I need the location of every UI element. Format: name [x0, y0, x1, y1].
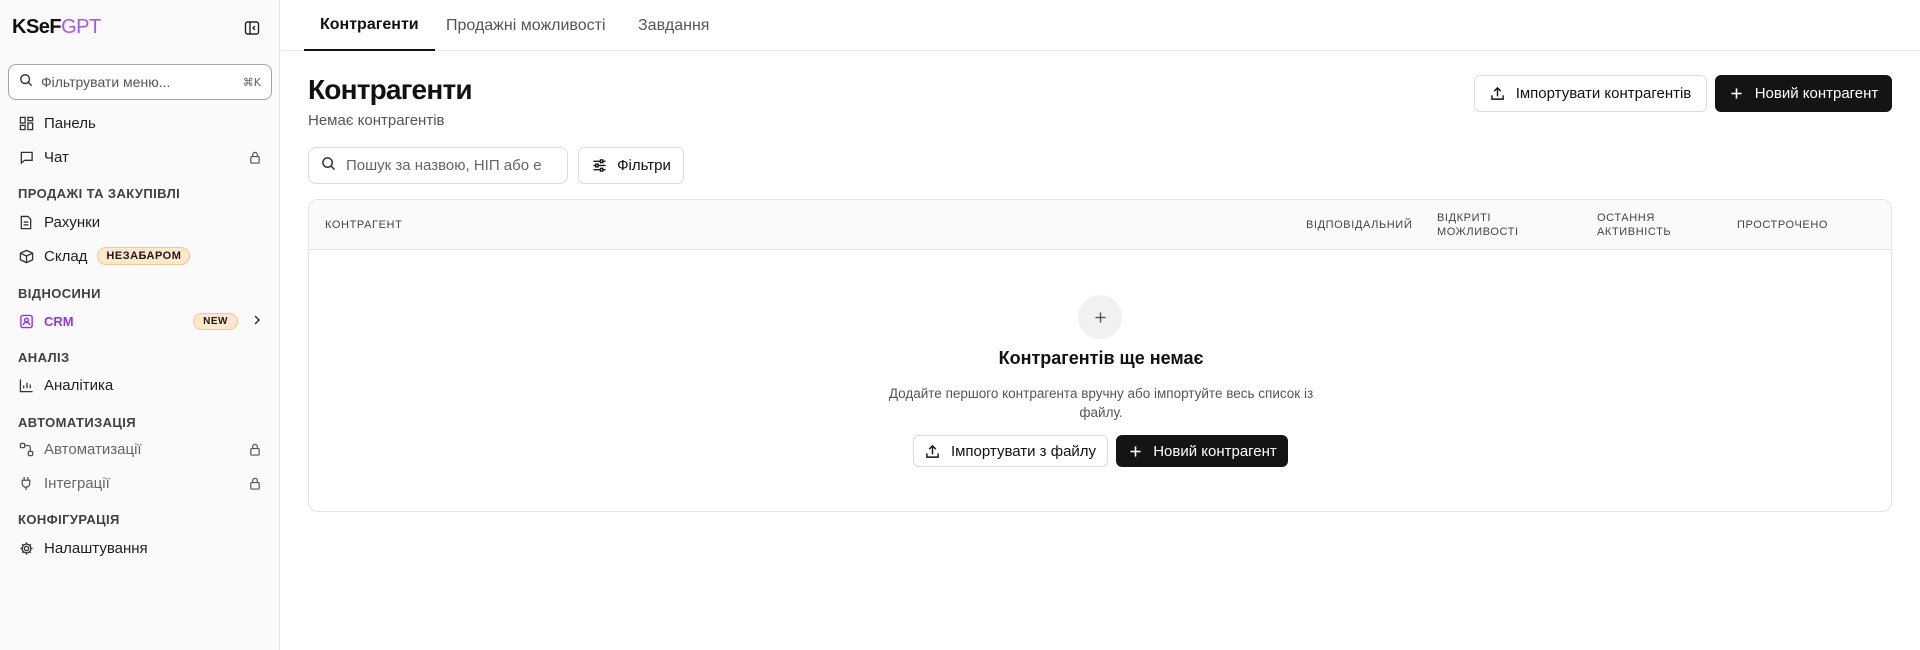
shortcut-hint: ⌘K: [242, 75, 261, 89]
search-icon: [19, 73, 33, 92]
page-subtitle: Немає контрагентів: [308, 112, 445, 129]
sidebar-item-label: Склад: [44, 247, 88, 265]
counterparties-table: КОНТРАГЕНТ ВІДПОВІДАЛЬНИЙ ВІДКРИТІ МОЖЛИ…: [308, 199, 1892, 512]
section-label-analysis: АНАЛІЗ: [18, 350, 70, 365]
menu-filter[interactable]: ⌘K: [8, 64, 272, 100]
column-header-open-opportunities[interactable]: ВІДКРИТІ МОЖЛИВОСТІ: [1437, 211, 1519, 239]
sliders-icon: [591, 158, 607, 174]
plus-icon: [1127, 443, 1143, 459]
app-logo[interactable]: KSeFGPT: [12, 16, 101, 39]
sidebar-item-label: Інтеграції: [44, 474, 110, 492]
table-header: КОНТРАГЕНТ ВІДПОВІДАЛЬНИЙ ВІДКРИТІ МОЖЛИ…: [309, 200, 1891, 250]
lock-icon: [248, 150, 262, 164]
gear-icon: [18, 540, 34, 556]
filters-button[interactable]: Фільтри: [578, 147, 684, 184]
sidebar-toggle-icon[interactable]: [242, 18, 262, 38]
coming-soon-badge: НЕЗАБАРОМ: [97, 247, 191, 265]
sidebar-item-label: Аналітика: [44, 376, 114, 394]
section-label-config: КОНФІГУРАЦІЯ: [18, 512, 120, 527]
sidebar-item-label: Панель: [44, 114, 96, 132]
empty-state-description: Додайте першого контрагента вручну або і…: [888, 386, 1314, 420]
new-counterparty-label: Новий контрагент: [1754, 85, 1879, 102]
tab-sales-opportunities[interactable]: Продажні можливості: [446, 0, 606, 51]
bar-chart-icon: [18, 377, 34, 393]
column-header-last-activity[interactable]: ОСТАННЯ АКТИВНІСТЬ: [1597, 211, 1671, 239]
sidebar-item-chat[interactable]: Чат: [8, 141, 272, 173]
counterparty-search[interactable]: [308, 147, 568, 184]
column-header-counterparty[interactable]: КОНТРАГЕНТ: [325, 218, 402, 232]
section-label-sales: ПРОДАЖІ ТА ЗАКУПІВЛІ: [18, 186, 181, 201]
sidebar-item-panel[interactable]: Панель: [8, 107, 272, 139]
sidebar-item-invoices[interactable]: Рахунки: [8, 206, 272, 238]
dashboard-icon: [18, 115, 34, 131]
column-header-line: АКТИВНІСТЬ: [1597, 226, 1672, 238]
sidebar-item-automations[interactable]: Автоматизації: [8, 433, 272, 465]
sidebar-item-label: Рахунки: [44, 213, 101, 231]
empty-new-counterparty-button[interactable]: Новий контрагент: [1116, 435, 1288, 467]
section-label-automation: АВТОМАТИЗАЦІЯ: [18, 415, 137, 430]
tab-counterparties[interactable]: Контрагенти: [304, 0, 435, 51]
workflow-icon: [18, 441, 34, 457]
column-header-line: ОСТАННЯ: [1597, 212, 1655, 224]
sidebar-item-label: Налаштування: [44, 539, 148, 557]
empty-new-counterparty-label: Новий контрагент: [1153, 442, 1277, 460]
import-counterparties-label: Імпортувати контрагентів: [1515, 85, 1692, 102]
lock-icon: [248, 476, 262, 490]
sidebar-item-label: Чат: [44, 148, 69, 166]
column-header-line: МОЖЛИВОСТІ: [1437, 226, 1519, 238]
chat-icon: [18, 149, 34, 165]
menu-filter-input[interactable]: [41, 74, 243, 90]
sidebar: KSeFGPT ⌘K Панель Чат ПРОДАЖІ ТА ЗАКУПІВ…: [0, 0, 280, 650]
upload-icon: [1490, 86, 1506, 102]
package-icon: [18, 248, 34, 264]
search-icon: [321, 156, 336, 176]
logo-main: KSeF: [12, 16, 62, 38]
sidebar-item-integrations[interactable]: Інтеграції: [8, 467, 272, 499]
column-header-responsible[interactable]: ВІДПОВІДАЛЬНИЙ: [1306, 218, 1412, 232]
sidebar-item-settings[interactable]: Налаштування: [8, 532, 272, 564]
column-header-overdue[interactable]: ПРОСТРОЧЕНО: [1737, 218, 1828, 232]
tab-tasks[interactable]: Завдання: [638, 0, 709, 51]
empty-state-title: Контрагентів ще немає: [998, 348, 1204, 368]
search-input[interactable]: [346, 157, 546, 174]
sidebar-item-label: Автоматизації: [44, 440, 142, 458]
column-header-line: ВІДКРИТІ: [1437, 212, 1492, 224]
new-badge: NEW: [193, 312, 238, 330]
filters-label: Фільтри: [617, 157, 671, 174]
top-tabs: Контрагенти Продажні можливості Завдання: [281, 0, 1920, 51]
import-counterparties-button[interactable]: Імпортувати контрагентів: [1474, 75, 1707, 112]
import-from-file-button[interactable]: Імпортувати з файлу: [913, 435, 1108, 467]
contacts-icon: [18, 313, 34, 329]
page-title: Контрагенти: [308, 74, 473, 105]
empty-state-plus-icon: [1078, 295, 1122, 339]
sidebar-item-crm[interactable]: CRM NEW: [8, 305, 272, 337]
lock-icon: [248, 442, 262, 456]
sidebar-item-label: CRM: [44, 313, 74, 329]
plug-icon: [18, 475, 34, 491]
sidebar-item-analytics[interactable]: Аналітика: [8, 369, 272, 401]
section-label-relations: ВІДНОСИНИ: [18, 286, 101, 301]
import-from-file-label: Імпортувати з файлу: [950, 442, 1097, 460]
new-counterparty-button[interactable]: Новий контрагент: [1715, 75, 1892, 112]
invoice-icon: [18, 214, 34, 230]
logo-accent: GPT: [61, 16, 101, 38]
upload-icon: [925, 443, 941, 459]
chevron-right-icon[interactable]: [252, 314, 262, 329]
plus-icon: [1729, 86, 1745, 102]
sidebar-item-warehouse[interactable]: Склад НЕЗАБАРОМ: [8, 240, 272, 272]
